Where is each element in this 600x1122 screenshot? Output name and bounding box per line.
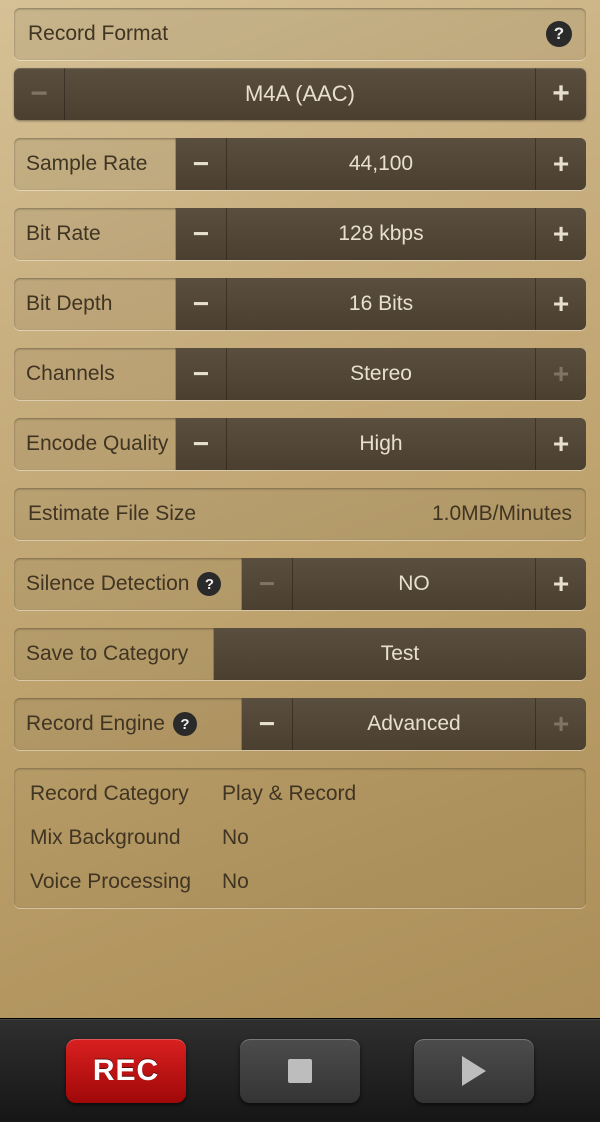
- estimate-value: 1.0MB/Minutes: [432, 502, 572, 526]
- sample-rate-plus-button[interactable]: +: [536, 138, 586, 190]
- estimate-label: Estimate File Size: [28, 502, 432, 526]
- silence-minus-button[interactable]: −: [242, 558, 292, 610]
- channels-value[interactable]: Stereo: [226, 348, 536, 400]
- format-plus-button[interactable]: +: [536, 68, 586, 120]
- info-record-category-key: Record Category: [30, 782, 222, 806]
- estimate-row: Estimate File Size 1.0MB/Minutes: [14, 488, 586, 540]
- encode-quality-plus-button[interactable]: +: [536, 418, 586, 470]
- stop-button[interactable]: [240, 1039, 360, 1103]
- toolbar: REC: [0, 1018, 600, 1122]
- info-mix-background: Mix Background No: [30, 826, 570, 850]
- stop-icon: [288, 1059, 312, 1083]
- help-icon[interactable]: ?: [197, 572, 221, 596]
- info-record-category-value: Play & Record: [222, 782, 570, 806]
- help-icon[interactable]: ?: [173, 712, 197, 736]
- info-voice-processing-value: No: [222, 870, 570, 894]
- silence-detection-label: Silence Detection: [26, 572, 189, 596]
- record-engine-label: Record Engine: [26, 712, 165, 736]
- engine-minus-button[interactable]: −: [242, 698, 292, 750]
- help-icon[interactable]: ?: [546, 21, 572, 47]
- bit-rate-minus-button[interactable]: −: [176, 208, 226, 260]
- encode-quality-minus-button[interactable]: −: [176, 418, 226, 470]
- record-engine-row: Record Engine ? − Advanced +: [14, 698, 586, 750]
- bit-depth-plus-button[interactable]: +: [536, 278, 586, 330]
- record-format-stepper: − M4A (AAC) +: [14, 68, 586, 120]
- channels-row: Channels − Stereo +: [14, 348, 586, 400]
- silence-value[interactable]: NO: [292, 558, 536, 610]
- record-format-header: Record Format ?: [14, 8, 586, 60]
- bit-depth-value[interactable]: 16 Bits: [226, 278, 536, 330]
- info-mix-background-key: Mix Background: [30, 826, 222, 850]
- save-category-row: Save to Category Test: [14, 628, 586, 680]
- play-button[interactable]: [414, 1039, 534, 1103]
- bit-depth-label: Bit Depth: [26, 292, 112, 316]
- sample-rate-value[interactable]: 44,100: [226, 138, 536, 190]
- bit-rate-plus-button[interactable]: +: [536, 208, 586, 260]
- channels-minus-button[interactable]: −: [176, 348, 226, 400]
- record-format-label: Record Format: [28, 22, 546, 46]
- encode-quality-label: Encode Quality: [26, 432, 168, 456]
- bit-rate-value[interactable]: 128 kbps: [226, 208, 536, 260]
- engine-plus-button[interactable]: +: [536, 698, 586, 750]
- encode-quality-row: Encode Quality − High +: [14, 418, 586, 470]
- channels-plus-button[interactable]: +: [536, 348, 586, 400]
- bit-depth-minus-button[interactable]: −: [176, 278, 226, 330]
- sample-rate-label: Sample Rate: [26, 152, 147, 176]
- record-button[interactable]: REC: [66, 1039, 186, 1103]
- record-format-value[interactable]: M4A (AAC): [64, 68, 536, 120]
- play-icon: [462, 1056, 486, 1086]
- sample-rate-row: Sample Rate − 44,100 +: [14, 138, 586, 190]
- info-voice-processing: Voice Processing No: [30, 870, 570, 894]
- bit-rate-label: Bit Rate: [26, 222, 101, 246]
- info-mix-background-value: No: [222, 826, 570, 850]
- bit-rate-row: Bit Rate − 128 kbps +: [14, 208, 586, 260]
- save-category-label: Save to Category: [26, 642, 188, 666]
- encode-quality-value[interactable]: High: [226, 418, 536, 470]
- bit-depth-row: Bit Depth − 16 Bits +: [14, 278, 586, 330]
- silence-plus-button[interactable]: +: [536, 558, 586, 610]
- info-record-category: Record Category Play & Record: [30, 782, 570, 806]
- sample-rate-minus-button[interactable]: −: [176, 138, 226, 190]
- info-voice-processing-key: Voice Processing: [30, 870, 222, 894]
- format-minus-button[interactable]: −: [14, 68, 64, 120]
- channels-label: Channels: [26, 362, 115, 386]
- record-engine-value[interactable]: Advanced: [292, 698, 536, 750]
- silence-detection-row: Silence Detection ? − NO +: [14, 558, 586, 610]
- save-category-value[interactable]: Test: [214, 628, 586, 680]
- info-panel: Record Category Play & Record Mix Backgr…: [14, 768, 586, 908]
